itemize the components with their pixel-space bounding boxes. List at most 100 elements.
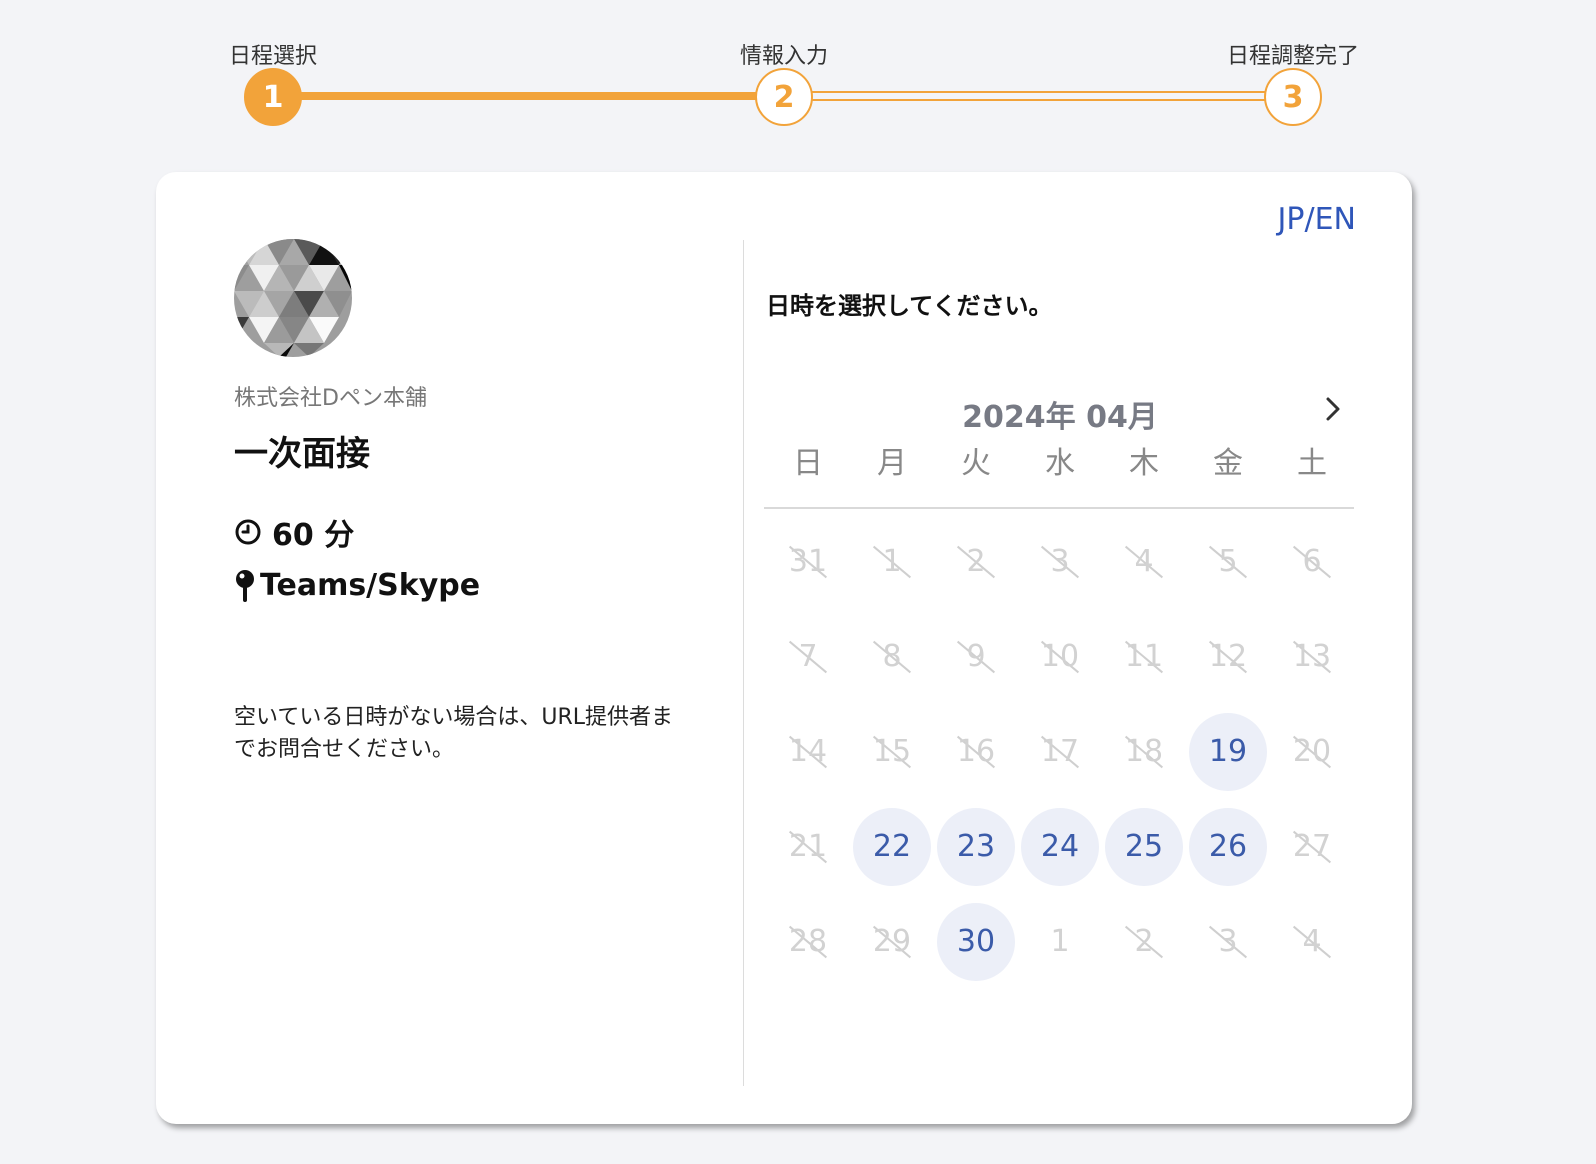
calendar-day: 28 xyxy=(766,894,850,989)
weekday-tue: 火 xyxy=(961,446,991,481)
calendar-day-available[interactable]: 25 xyxy=(1102,799,1186,894)
calendar-day: 6 xyxy=(1270,514,1354,609)
calendar-day-available[interactable]: 23 xyxy=(934,799,1018,894)
calendar-day: 18 xyxy=(1102,704,1186,799)
day-number: 24 xyxy=(1040,829,1080,864)
calendar-day: 3 xyxy=(1018,514,1102,609)
calendar-day: 4 xyxy=(1102,514,1186,609)
avatar-icon xyxy=(234,239,352,357)
day-number: 7 xyxy=(798,639,818,674)
day-number: 18 xyxy=(1124,734,1164,769)
day-number: 21 xyxy=(788,829,828,864)
day-number: 4 xyxy=(1134,544,1154,579)
day-number: 12 xyxy=(1208,639,1248,674)
location-row: Teams/Skype xyxy=(234,568,480,603)
booking-card: JP/EN 株式会社Dペン本舗 一次面接 60 分 Teams/Skype 空い… xyxy=(156,172,1412,1124)
calendar-day: 27 xyxy=(1270,799,1354,894)
step-connector-completed xyxy=(300,92,758,100)
step-3-indicator: 3 xyxy=(1264,68,1322,126)
day-number: 4 xyxy=(1302,924,1322,959)
day-number: 25 xyxy=(1124,829,1164,864)
day-number: 16 xyxy=(956,734,996,769)
day-number: 2 xyxy=(966,544,986,579)
calendar-day: 1 xyxy=(1018,894,1102,989)
calendar-day-available[interactable]: 30 xyxy=(934,894,1018,989)
day-number: 3 xyxy=(1050,544,1070,579)
calendar-month-header: 2024年 04月 xyxy=(766,392,1354,436)
calendar-day: 5 xyxy=(1186,514,1270,609)
weekday-sat: 土 xyxy=(1297,446,1327,481)
calendar-day: 4 xyxy=(1270,894,1354,989)
weekday-wed: 水 xyxy=(1045,446,1075,481)
step-1-label: 日程選択 xyxy=(228,44,318,69)
calendar-day: 14 xyxy=(766,704,850,799)
weekday-header: 日 月 火 水 木 金 土 xyxy=(766,438,1354,481)
day-number: 9 xyxy=(966,639,986,674)
day-number: 28 xyxy=(788,924,828,959)
calendar-day-grid: 31 1 2 3 4 5 6 7 8 9 10 11 12 13 14 15 16 17 18 19 20 21 22 23 2… xyxy=(766,514,1354,989)
calendar-day-available[interactable]: 24 xyxy=(1018,799,1102,894)
company-name: 株式会社Dペン本舗 xyxy=(234,386,427,411)
step-2-label: 情報入力 xyxy=(739,44,829,69)
calendar-day: 29 xyxy=(850,894,934,989)
month-label: 2024年 04月 xyxy=(962,400,1158,435)
progress-stepper: 日程選択 情報入力 日程調整完了 1 2 3 xyxy=(0,0,1596,140)
calendar-day: 16 xyxy=(934,704,1018,799)
weekday-sun: 日 xyxy=(793,446,823,481)
calendar-day: 31 xyxy=(766,514,850,609)
calendar-day: 7 xyxy=(766,609,850,704)
day-number: 29 xyxy=(872,924,912,959)
language-switch-link[interactable]: JP/EN xyxy=(1278,202,1356,237)
day-number: 6 xyxy=(1302,544,1322,579)
day-number: 22 xyxy=(872,829,912,864)
day-number: 26 xyxy=(1208,829,1248,864)
contact-note: 空いている日時がない場合は、URL提供者までお問合せください。 xyxy=(234,705,673,762)
clock-icon xyxy=(234,518,262,546)
step-connector-pending xyxy=(810,91,1266,101)
select-datetime-instruction: 日時を選択してください。 xyxy=(766,292,1053,320)
day-number: 27 xyxy=(1292,829,1332,864)
calendar-day-available[interactable]: 26 xyxy=(1186,799,1270,894)
calendar-day: 11 xyxy=(1102,609,1186,704)
day-number: 15 xyxy=(872,734,912,769)
event-title: 一次面接 xyxy=(234,434,370,474)
day-number: 19 xyxy=(1208,734,1248,769)
weekday-fri: 金 xyxy=(1213,446,1243,481)
calendar-day: 20 xyxy=(1270,704,1354,799)
calendar-day: 2 xyxy=(934,514,1018,609)
duration-row: 60 分 xyxy=(234,510,354,554)
calendar-day: 15 xyxy=(850,704,934,799)
weekday-mon: 月 xyxy=(877,446,907,481)
day-number: 5 xyxy=(1218,544,1238,579)
pin-icon xyxy=(234,569,256,603)
step-3-label: 日程調整完了 xyxy=(1226,44,1360,69)
location-text: Teams/Skype xyxy=(260,568,481,603)
next-month-button[interactable] xyxy=(1316,394,1350,428)
day-number: 30 xyxy=(956,924,996,959)
day-number: 8 xyxy=(882,639,902,674)
calendar-day: 13 xyxy=(1270,609,1354,704)
calendar-day-available[interactable]: 19 xyxy=(1186,704,1270,799)
calendar-day: 9 xyxy=(934,609,1018,704)
calendar-day: 3 xyxy=(1186,894,1270,989)
day-number: 11 xyxy=(1124,639,1164,674)
calendar-day: 2 xyxy=(1102,894,1186,989)
calendar-header-rule xyxy=(764,507,1354,509)
day-number: 3 xyxy=(1218,924,1238,959)
calendar-day: 21 xyxy=(766,799,850,894)
step-1-indicator: 1 xyxy=(244,68,302,126)
day-number: 10 xyxy=(1040,639,1080,674)
day-number: 13 xyxy=(1292,639,1332,674)
day-number: 1 xyxy=(882,544,902,579)
weekday-thu: 木 xyxy=(1129,446,1159,481)
calendar-day: 10 xyxy=(1018,609,1102,704)
day-number: 2 xyxy=(1134,924,1154,959)
calendar-day: 17 xyxy=(1018,704,1102,799)
day-number: 23 xyxy=(956,829,996,864)
day-number: 1 xyxy=(1050,924,1070,959)
calendar-day: 12 xyxy=(1186,609,1270,704)
calendar-day-available[interactable]: 22 xyxy=(850,799,934,894)
chevron-right-icon xyxy=(1323,395,1343,427)
duration-text: 60 分 xyxy=(272,518,355,553)
day-number: 17 xyxy=(1040,734,1080,769)
